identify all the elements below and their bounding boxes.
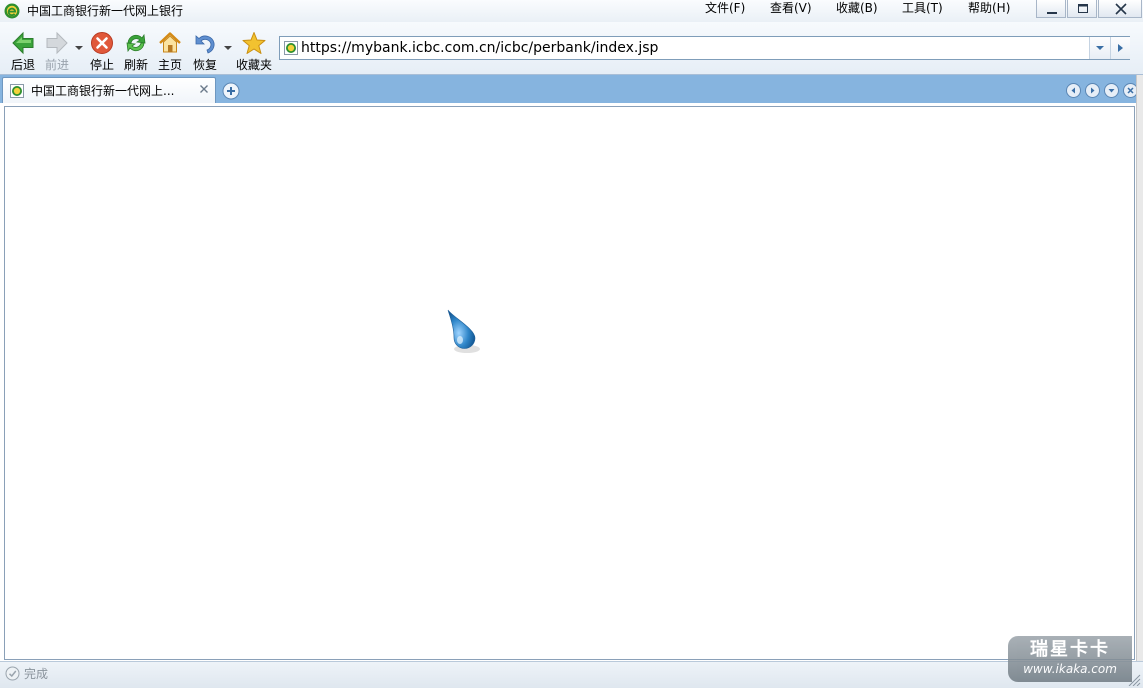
- maximize-icon: [1078, 4, 1088, 13]
- watermark-brand: 瑞星卡卡: [1030, 639, 1110, 660]
- go-button[interactable]: [1110, 37, 1130, 59]
- stop-icon: [91, 32, 113, 54]
- home-icon: [159, 32, 181, 53]
- status-done-icon: [5, 666, 20, 681]
- close-icon: [1115, 3, 1127, 15]
- restore-button[interactable]: 恢复: [188, 28, 222, 72]
- menu-help[interactable]: 帮助(H): [966, 0, 1012, 16]
- tab-title: 中国工商银行新一代网上...: [31, 84, 175, 98]
- refresh-label: 刷新: [123, 58, 148, 72]
- new-tab-plus-icon[interactable]: [222, 82, 240, 100]
- tab-scroll-left-icon[interactable]: [1066, 83, 1081, 98]
- page-favicon-icon: [284, 41, 298, 55]
- restore-dropdown-icon[interactable]: [224, 41, 232, 50]
- forward-label: 前进: [44, 58, 69, 72]
- favorites-label: 收藏夹: [235, 58, 272, 72]
- tab-strip: 中国工商银行新一代网上...: [0, 75, 1143, 103]
- resize-grip-icon[interactable]: [1127, 674, 1141, 687]
- browser-logo-icon: [4, 3, 20, 19]
- favorites-button[interactable]: 收藏夹: [234, 28, 274, 72]
- minimize-button[interactable]: [1036, 0, 1066, 18]
- back-label: 后退: [10, 58, 35, 72]
- minimize-icon: [1047, 12, 1057, 14]
- tab-close-icon[interactable]: [197, 82, 211, 96]
- loading-droplet-icon: [445, 307, 485, 359]
- menu-view[interactable]: 查看(V): [768, 0, 814, 16]
- menu-favorites[interactable]: 收藏(B): [834, 0, 880, 16]
- refresh-button[interactable]: 刷新: [120, 28, 152, 72]
- forward-arrow-icon: [46, 31, 68, 55]
- tab-scroll-right-icon[interactable]: [1085, 83, 1100, 98]
- menu-tools[interactable]: 工具(T): [900, 0, 945, 16]
- title-bar: 中国工商银行新一代网上银行 文件(F) 查看(V) 收藏(B) 工具(T) 帮助…: [0, 0, 1143, 22]
- home-button[interactable]: 主页: [154, 28, 186, 72]
- tab-icbc[interactable]: 中国工商银行新一代网上...: [2, 77, 216, 103]
- stop-label: 停止: [89, 58, 114, 72]
- undo-arrow-icon: [195, 35, 215, 54]
- home-label: 主页: [157, 58, 182, 72]
- url-input[interactable]: https://mybank.icbc.com.cn/icbc/perbank/…: [301, 39, 658, 57]
- stop-button[interactable]: 停止: [86, 28, 118, 72]
- maximize-button[interactable]: [1067, 0, 1097, 18]
- status-bar: 完成: [0, 661, 1143, 688]
- status-text: 完成: [24, 667, 49, 681]
- refresh-icon: [126, 33, 146, 53]
- star-icon: [242, 32, 266, 54]
- forward-button[interactable]: 前进: [40, 28, 74, 72]
- tab-favicon-icon: [10, 84, 24, 98]
- forward-dropdown-icon[interactable]: [75, 41, 83, 50]
- page-content[interactable]: [4, 106, 1135, 660]
- menu-file[interactable]: 文件(F): [703, 0, 747, 16]
- url-history-dropdown[interactable]: [1089, 37, 1110, 59]
- chevron-down-icon: [1096, 46, 1104, 50]
- rising-kaka-watermark: 瑞星卡卡 www.ikaka.com: [1008, 636, 1132, 682]
- address-bar[interactable]: https://mybank.icbc.com.cn/icbc/perbank/…: [279, 36, 1130, 60]
- background-window-edge: [1136, 75, 1143, 688]
- go-arrow-icon: [1118, 44, 1123, 52]
- watermark-url: www.ikaka.com: [1023, 662, 1117, 676]
- close-window-button[interactable]: [1098, 0, 1142, 18]
- restore-label: 恢复: [192, 58, 217, 72]
- back-arrow-icon: [12, 31, 34, 55]
- tab-list-dropdown-icon[interactable]: [1104, 83, 1119, 98]
- back-button[interactable]: 后退: [6, 28, 40, 72]
- window-title: 中国工商银行新一代网上银行: [27, 4, 184, 18]
